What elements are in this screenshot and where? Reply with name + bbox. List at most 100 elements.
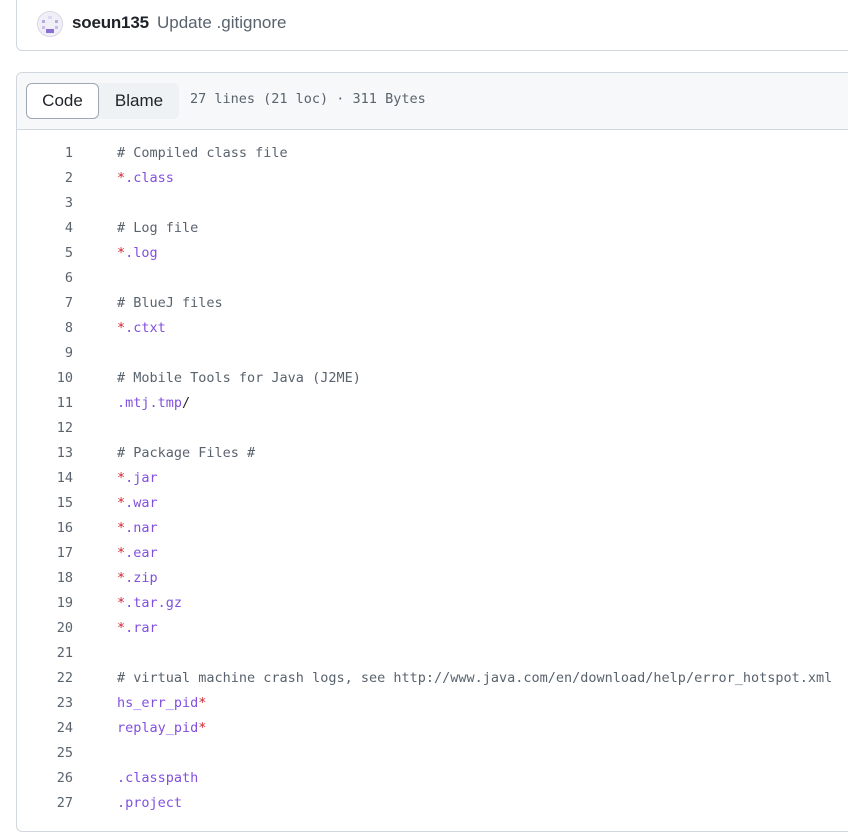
line-number[interactable]: 13 xyxy=(17,445,73,461)
code-line: 21 xyxy=(17,640,848,665)
code-token-pattern: .class xyxy=(125,169,174,186)
line-content: *.class xyxy=(117,170,174,186)
file-viewer: Code Blame 27 lines (21 loc) · 311 Bytes… xyxy=(16,72,848,832)
line-number[interactable]: 5 xyxy=(17,245,73,261)
code-line: 4 # Log file xyxy=(17,215,848,240)
code-line: 17 *.ear xyxy=(17,540,848,565)
code-line: 27 .project xyxy=(17,790,848,815)
author-avatar[interactable] xyxy=(37,11,63,37)
code-token-comment: # Mobile Tools for Java (J2ME) xyxy=(117,369,361,386)
line-content: # BlueJ files xyxy=(117,295,223,311)
code-token-pattern: .nar xyxy=(125,519,158,536)
code-line: 10 # Mobile Tools for Java (J2ME) xyxy=(17,365,848,390)
line-number[interactable]: 1 xyxy=(17,145,73,161)
code-token-star: * xyxy=(198,719,207,736)
code-token-pattern: .classpath xyxy=(117,769,199,786)
code-token-comment: # Log file xyxy=(117,219,199,236)
line-content: *.rar xyxy=(117,620,158,636)
identicon-avatar-icon xyxy=(38,12,62,36)
code-line: 13 # Package Files # xyxy=(17,440,848,465)
code-token-star: * xyxy=(198,694,207,711)
blame-tab-button[interactable]: Blame xyxy=(99,83,179,119)
code-line: 11 .mtj.tmp/ xyxy=(17,390,848,415)
commit-message-link[interactable]: Update .gitignore xyxy=(157,13,286,33)
code-token-pattern: replay_pid xyxy=(117,719,199,736)
line-number[interactable]: 18 xyxy=(17,570,73,586)
code-token-star: * xyxy=(117,594,126,611)
line-content: .mtj.tmp/ xyxy=(117,395,190,411)
code-token-star: * xyxy=(117,169,126,186)
code-token-plain: / xyxy=(182,394,191,411)
line-number[interactable]: 26 xyxy=(17,770,73,786)
code-token-comment: # virtual machine crash logs, see http:/… xyxy=(117,669,833,686)
line-content: # Compiled class file xyxy=(117,145,288,161)
line-number[interactable]: 25 xyxy=(17,745,73,761)
line-content: hs_err_pid* xyxy=(117,695,206,711)
line-number[interactable]: 7 xyxy=(17,295,73,311)
line-number[interactable]: 22 xyxy=(17,670,73,686)
file-stats: 27 lines (21 loc) · 311 Bytes xyxy=(190,91,426,107)
line-content: # virtual machine crash logs, see http:/… xyxy=(117,670,832,686)
code-line: 1 # Compiled class file xyxy=(17,140,848,165)
line-content: .classpath xyxy=(117,770,198,786)
line-number[interactable]: 21 xyxy=(17,645,73,661)
code-line: 15 *.war xyxy=(17,490,848,515)
code-token-star: * xyxy=(117,569,126,586)
code-token-pattern: .log xyxy=(125,244,158,261)
line-content: *.zip xyxy=(117,570,158,586)
line-number[interactable]: 12 xyxy=(17,420,73,436)
code-token-pattern: .jar xyxy=(125,469,158,486)
line-number[interactable]: 10 xyxy=(17,370,73,386)
line-number[interactable]: 16 xyxy=(17,520,73,536)
line-number[interactable]: 17 xyxy=(17,545,73,561)
code-line: 6 xyxy=(17,265,848,290)
code-token-star: * xyxy=(117,494,126,511)
code-token-pattern: .ear xyxy=(125,544,158,561)
code-token-comment: # Package Files # xyxy=(117,444,256,461)
code-token-comment: # Compiled class file xyxy=(117,144,288,161)
line-number[interactable]: 23 xyxy=(17,695,73,711)
line-content: *.nar xyxy=(117,520,158,536)
code-token-pattern: .mtj.tmp xyxy=(117,394,183,411)
code-line: 24 replay_pid* xyxy=(17,715,848,740)
line-number[interactable]: 19 xyxy=(17,595,73,611)
line-number[interactable]: 8 xyxy=(17,320,73,336)
code-token-pattern: .ctxt xyxy=(125,319,166,336)
code-token-star: * xyxy=(117,244,126,261)
line-number[interactable]: 14 xyxy=(17,470,73,486)
line-content: # Log file xyxy=(117,220,198,236)
line-number[interactable]: 3 xyxy=(17,195,73,211)
code-token-pattern: hs_err_pid xyxy=(117,694,199,711)
code-token-star: * xyxy=(117,619,126,636)
latest-commit-bar: soeun135 Update .gitignore xyxy=(16,0,848,51)
line-content: .project xyxy=(117,795,182,811)
commit-author-link[interactable]: soeun135 xyxy=(72,13,149,33)
line-number[interactable]: 2 xyxy=(17,170,73,186)
line-number[interactable]: 24 xyxy=(17,720,73,736)
line-content: *.jar xyxy=(117,470,158,486)
code-line: 23 hs_err_pid* xyxy=(17,690,848,715)
line-content: # Package Files # xyxy=(117,445,255,461)
code-token-comment: # BlueJ files xyxy=(117,294,223,311)
line-number[interactable]: 4 xyxy=(17,220,73,236)
code-listing[interactable]: 1 # Compiled class file 2 *.class 3 4 # Log fi… xyxy=(17,140,848,815)
code-line: 19 *.tar.gz xyxy=(17,590,848,615)
line-number[interactable]: 15 xyxy=(17,495,73,511)
code-tab-button[interactable]: Code xyxy=(26,83,99,119)
line-content: *.ear xyxy=(117,545,158,561)
line-content: # Mobile Tools for Java (J2ME) xyxy=(117,370,361,386)
code-token-star: * xyxy=(117,544,126,561)
line-number[interactable]: 9 xyxy=(17,345,73,361)
line-number[interactable]: 6 xyxy=(17,270,73,286)
code-line: 9 xyxy=(17,340,848,365)
code-line: 2 *.class xyxy=(17,165,848,190)
line-number[interactable]: 20 xyxy=(17,620,73,636)
line-number[interactable]: 11 xyxy=(17,395,73,411)
code-token-pattern: .project xyxy=(117,794,183,811)
code-line: 26 .classpath xyxy=(17,765,848,790)
line-content: *.log xyxy=(117,245,158,261)
code-line: 8 *.ctxt xyxy=(17,315,848,340)
line-number[interactable]: 27 xyxy=(17,795,73,811)
code-line: 25 xyxy=(17,740,848,765)
file-header: Code Blame 27 lines (21 loc) · 311 Bytes xyxy=(17,73,848,130)
